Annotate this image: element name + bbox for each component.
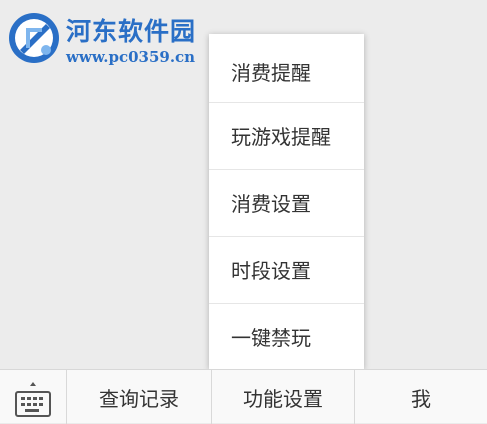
keyboard-toggle-button[interactable] (0, 370, 66, 424)
keyboard-icon (15, 382, 51, 417)
tab-me[interactable]: 我 (355, 370, 487, 424)
menu-item-spending-reminder[interactable]: 消费提醒 (209, 38, 364, 104)
menu-item-time-period-settings[interactable]: 时段设置 (209, 236, 364, 302)
menu-item-gaming-reminder[interactable]: 玩游戏提醒 (209, 102, 364, 168)
function-settings-popup-menu: 消费提醒 玩游戏提醒 消费设置 时段设置 一键禁玩 (209, 34, 364, 369)
site-logo-icon (9, 13, 59, 63)
menu-item-one-tap-block[interactable]: 一键禁玩 (209, 303, 364, 369)
site-watermark: 河东软件园 www.pc0359.cn (6, 8, 206, 70)
tab-function-settings[interactable]: 功能设置 (212, 370, 354, 424)
app-screen: 河东软件园 www.pc0359.cn 消费提醒 玩游戏提醒 消费设置 时段设置… (0, 0, 487, 424)
watermark-title: 河东软件园 (66, 17, 197, 46)
tab-query-records[interactable]: 查询记录 (67, 370, 211, 424)
menu-item-spending-settings[interactable]: 消费设置 (209, 169, 364, 235)
watermark-url: www.pc0359.cn (66, 48, 196, 66)
bottom-menu-bar: 查询记录 功能设置 我 (0, 369, 487, 424)
